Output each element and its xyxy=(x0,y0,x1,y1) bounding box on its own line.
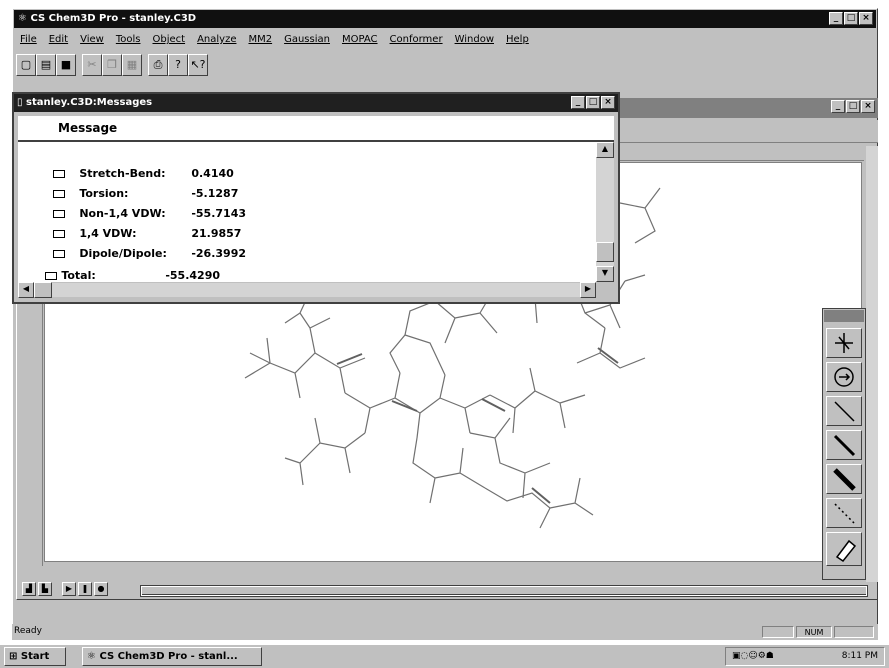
menu-tools[interactable]: Tools xyxy=(116,32,141,48)
menu-gaussian[interactable]: Gaussian xyxy=(284,32,330,48)
menu-conformer[interactable]: Conformer xyxy=(390,32,443,48)
message-list[interactable]: Stretch-Bend: 0.4140 Torsion: -5.1287 Non-… xyxy=(18,142,596,282)
palette-titlebar[interactable] xyxy=(824,310,864,322)
app-titlebar[interactable]: ⚛ CS Chem3D Pro - stanley.C3D _ □ × xyxy=(14,10,876,28)
context-help-icon[interactable]: ↖? xyxy=(188,54,208,76)
menu-edit[interactable]: Edit xyxy=(49,32,68,48)
messages-vertical-scrollbar[interactable]: ▲ ▼ xyxy=(596,142,614,282)
eraser-icon[interactable] xyxy=(826,532,862,566)
app-small-icon: ⚛ xyxy=(87,651,96,662)
status-panel-1 xyxy=(762,626,794,638)
trackball-icon[interactable] xyxy=(826,362,862,392)
minimize-button[interactable]: _ xyxy=(829,12,843,25)
list-item[interactable]: Total: -55.4290 xyxy=(10,246,220,282)
taskbar-app-label: CS Chem3D Pro - stanl... xyxy=(99,651,238,662)
row-icon xyxy=(45,272,58,280)
clock[interactable]: 8:11 PM xyxy=(842,648,878,665)
num-lock-indicator: NUM xyxy=(796,626,832,638)
save-icon[interactable]: ■ xyxy=(56,54,76,76)
start-label: Start xyxy=(20,651,50,662)
stop-button[interactable]: ● xyxy=(94,582,108,596)
menu-analyze[interactable]: Analyze xyxy=(197,32,236,48)
copy-icon[interactable]: ❐ xyxy=(102,54,122,76)
app-logo-icon: ⚛ xyxy=(18,13,27,24)
cut-icon[interactable]: ✂ xyxy=(82,54,102,76)
messages-maximize-button[interactable]: □ xyxy=(586,96,600,109)
play-button[interactable]: ▶ xyxy=(62,582,76,596)
menu-object[interactable]: Object xyxy=(152,32,185,48)
model-view-icon[interactable]: ▟ xyxy=(22,582,36,596)
messages-titlebar[interactable]: ▯ stanley.C3D:Messages _ □ × xyxy=(14,94,618,112)
status-text: Ready xyxy=(14,626,42,636)
list-item[interactable]: Torsion: -5.1287 xyxy=(18,164,238,200)
menu-window[interactable]: Window xyxy=(455,32,494,48)
messages-horizontal-scrollbar[interactable]: ◀ ▶ xyxy=(18,282,614,298)
help-icon[interactable]: ? xyxy=(168,54,188,76)
horizontal-scroll-thumb[interactable] xyxy=(142,586,866,595)
scroll-down-icon[interactable]: ▼ xyxy=(596,266,614,282)
print-icon[interactable]: ⎙ xyxy=(148,54,168,76)
messages-minimize-button[interactable]: _ xyxy=(571,96,585,109)
list-item[interactable]: Non-1,4 VDW: -55.7143 xyxy=(18,184,246,220)
menu-mm2[interactable]: MM2 xyxy=(248,32,272,48)
toolbar: ▢ ▤ ■ ✂ ❐ ▦ ⎙ ? ↖? xyxy=(16,54,208,82)
taskbar-app-button[interactable]: ⚛ CS Chem3D Pro - stanl... xyxy=(82,647,262,666)
stereo-view-icon[interactable]: ▙ xyxy=(38,582,52,596)
hscroll-track[interactable] xyxy=(52,283,580,297)
new-icon[interactable]: ▢ xyxy=(16,54,36,76)
status-panel-3 xyxy=(834,626,874,638)
scroll-up-icon[interactable]: ▲ xyxy=(596,142,614,158)
rotate-tool-icon[interactable] xyxy=(826,328,862,358)
app-title: CS Chem3D Pro - stanley.C3D xyxy=(30,13,197,24)
statusbar xyxy=(12,624,878,640)
scroll-right-icon[interactable]: ▶ xyxy=(580,282,596,298)
menubar: File Edit View Tools Object Analyze MM2 … xyxy=(14,32,529,48)
windows-logo-icon: ⊞ xyxy=(9,651,18,662)
close-button[interactable]: × xyxy=(859,12,873,25)
view-controls: ▟ ▙ ▶ ❚ ● xyxy=(22,582,108,598)
list-item[interactable]: 1,4 VDW: 21.9857 xyxy=(18,204,241,240)
pause-button[interactable]: ❚ xyxy=(78,582,92,596)
doc-close-button[interactable]: × xyxy=(861,100,875,113)
system-tray: ▣◌☺⚙☗ 8:11 PM xyxy=(725,647,885,666)
menu-file[interactable]: File xyxy=(20,32,37,48)
canvas-vertical-scrollbar[interactable] xyxy=(866,146,878,582)
list-item[interactable]: Stretch-Bend: 0.4140 xyxy=(18,144,234,180)
triple-bond-icon[interactable] xyxy=(826,464,862,494)
start-button[interactable]: ⊞ Start xyxy=(4,647,66,666)
message-column-header: Message xyxy=(18,116,614,142)
menu-help[interactable]: Help xyxy=(506,32,529,48)
scroll-left-icon[interactable]: ◀ xyxy=(18,282,34,298)
document-icon: ▯ xyxy=(17,97,23,108)
tray-icons[interactable]: ▣◌☺⚙☗ xyxy=(732,651,774,661)
single-bond-icon[interactable] xyxy=(826,396,862,426)
doc-maximize-button[interactable]: □ xyxy=(846,100,860,113)
open-icon[interactable]: ▤ xyxy=(36,54,56,76)
maximize-button[interactable]: □ xyxy=(844,12,858,25)
dummy-bond-icon[interactable] xyxy=(826,498,862,528)
menu-mopac[interactable]: MOPAC xyxy=(342,32,378,48)
messages-close-button[interactable]: × xyxy=(601,96,615,109)
doc-minimize-button[interactable]: _ xyxy=(831,100,845,113)
canvas-horizontal-area xyxy=(22,566,866,580)
messages-title: stanley.C3D:Messages xyxy=(26,97,153,108)
hscroll-thumb[interactable] xyxy=(34,282,52,298)
list-item[interactable]: Dipole/Dipole: -26.3992 xyxy=(18,224,246,260)
double-bond-icon[interactable] xyxy=(826,430,862,460)
paste-icon[interactable]: ▦ xyxy=(122,54,142,76)
scroll-thumb[interactable] xyxy=(596,242,614,262)
menu-view[interactable]: View xyxy=(80,32,104,48)
